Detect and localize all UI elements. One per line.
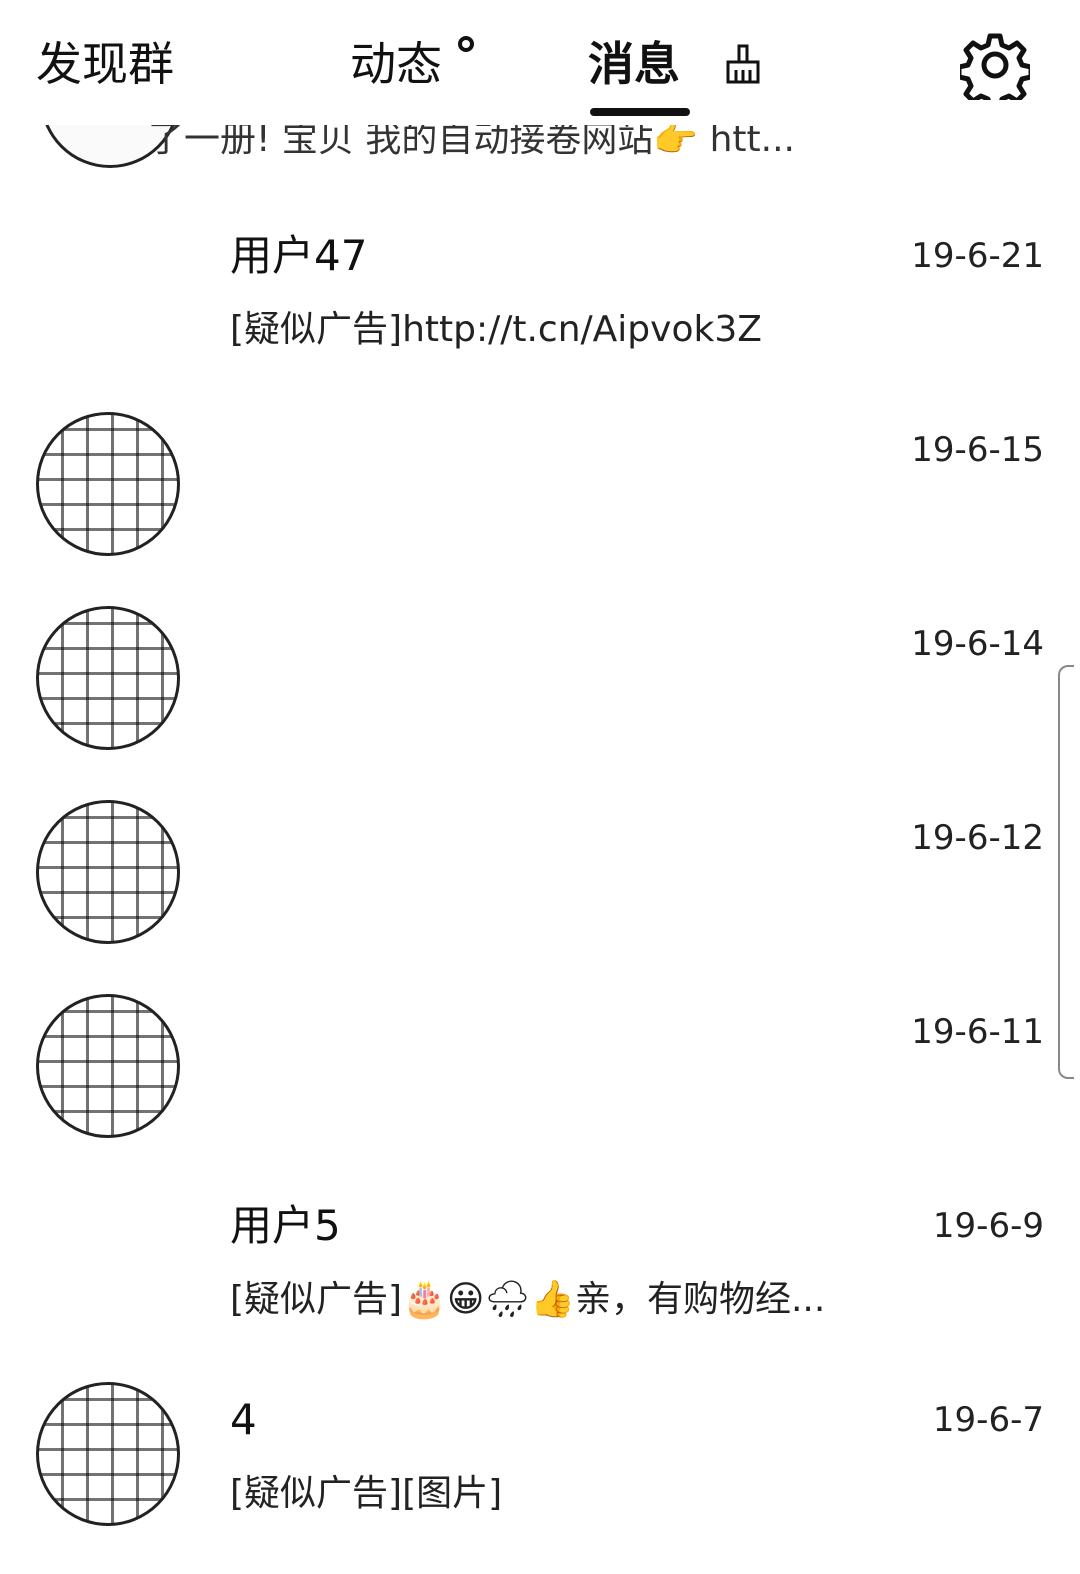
contact-name: 用户5 xyxy=(230,1201,341,1250)
message-preview: [疑似广告]🎂😀🌧👍亲，有购物经... xyxy=(230,1279,826,1320)
avatar xyxy=(36,1382,180,1526)
avatar xyxy=(36,606,180,750)
avatar xyxy=(36,218,180,362)
message-date: 19-6-12 xyxy=(911,818,1044,858)
message-date: 19-6-9 xyxy=(932,1206,1044,1246)
avatar xyxy=(36,412,180,556)
conversation-item[interactable]: 19-6-12 xyxy=(0,770,1080,964)
clear-unread-button[interactable] xyxy=(720,42,766,88)
message-date: 19-6-14 xyxy=(911,624,1044,664)
message-date: 19-6-21 xyxy=(911,236,1044,276)
message-preview: [疑似广告]http://t.cn/Aipvok3Z xyxy=(230,309,762,350)
scrollbar[interactable] xyxy=(1058,665,1074,1079)
active-tab-indicator xyxy=(590,108,690,116)
avatar xyxy=(36,994,180,1138)
tab-discover-groups[interactable]: 发现群 xyxy=(36,32,174,96)
gear-icon xyxy=(956,33,1034,111)
message-date: 19-6-11 xyxy=(911,1012,1044,1052)
new-activity-dot-icon xyxy=(458,36,474,52)
conversation-item[interactable]: 4 19-6-7 [疑似广告][图片] xyxy=(0,1352,1080,1546)
contact-name: 用户47 xyxy=(230,231,368,280)
conversation-item[interactable]: 19-6-15 xyxy=(0,382,1080,576)
conversation-item[interactable]: 用户5 19-6-9 [疑似广告]🎂😀🌧👍亲，有购物经... xyxy=(0,1158,1080,1352)
settings-button[interactable] xyxy=(956,30,1034,111)
message-preview: [疑似广告][图片] xyxy=(230,1473,503,1514)
avatar xyxy=(36,1188,180,1332)
conversation-list: 用户47 19-6-21 [疑似广告]http://t.cn/Aipvok3Z … xyxy=(0,188,1080,1546)
tab-messages[interactable]: 消息 xyxy=(588,32,680,96)
message-date: 19-6-15 xyxy=(911,430,1044,470)
message-date: 19-6-7 xyxy=(932,1400,1044,1440)
avatar xyxy=(36,800,180,944)
tab-dynamics[interactable]: 动态 xyxy=(350,32,442,96)
conversation-item[interactable]: 19-6-14 xyxy=(0,576,1080,770)
conversation-item[interactable]: 19-6-11 xyxy=(0,964,1080,1158)
broom-icon xyxy=(726,44,760,84)
conversation-item[interactable]: 用户47 19-6-21 [疑似广告]http://t.cn/Aipvok3Z xyxy=(0,188,1080,382)
top-nav-bar: 发现群 动态 消息 xyxy=(0,0,1080,125)
contact-name: 4 xyxy=(230,1395,257,1444)
